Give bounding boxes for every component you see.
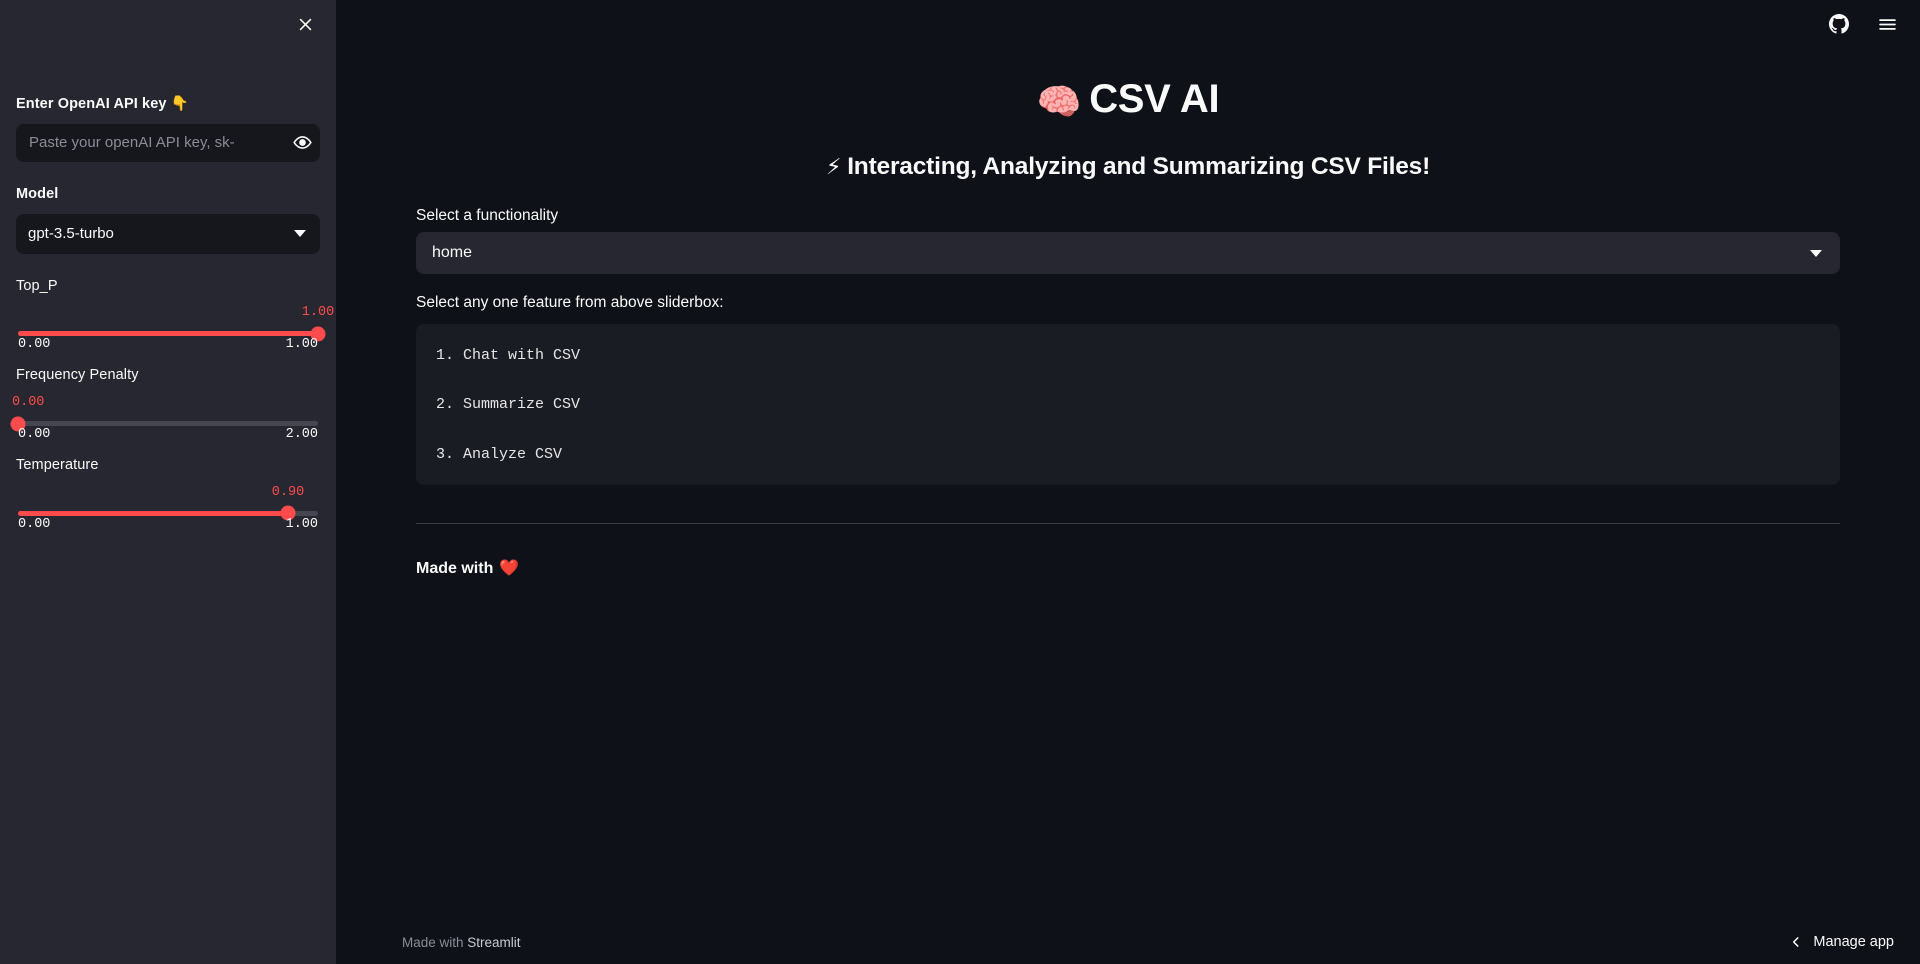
page-title-text: CSV AI	[1089, 77, 1220, 121]
slider-max-label: 1.00	[285, 516, 318, 532]
feature-item: 3. Analyze CSV	[436, 445, 563, 463]
chevron-down-icon	[1810, 249, 1822, 257]
divider	[416, 522, 1840, 524]
api-key-input[interactable]	[17, 124, 285, 161]
api-key-label-text: Enter OpenAI API key	[16, 96, 167, 112]
slider-track[interactable]	[10, 416, 318, 431]
sidebar: Enter OpenAI API key 👇 Model gpt-3.5-tur…	[0, 0, 336, 964]
slider-range-labels: 0.00 2.00	[18, 427, 318, 442]
slider-track[interactable]	[18, 326, 326, 342]
heart-icon: ❤️	[499, 557, 520, 577]
header-toolbar	[1824, 9, 1902, 39]
app-footer: Made with Streamlit Manage app	[336, 920, 1920, 964]
slider-max-label: 1.00	[285, 337, 318, 353]
api-key-input-wrap[interactable]	[16, 123, 320, 162]
github-link-button[interactable]	[1824, 9, 1854, 39]
github-icon	[1829, 14, 1849, 34]
slider-track[interactable]	[18, 505, 318, 521]
lightning-bolt-icon: ⚡	[825, 155, 842, 180]
feature-prompt: Select any one feature from above slider…	[416, 294, 724, 311]
slider-max-label: 2.00	[285, 427, 318, 442]
slider-range-labels: 0.00 1.00	[18, 517, 318, 532]
model-label: Model	[16, 185, 59, 202]
model-select[interactable]: gpt-3.5-turbo	[16, 213, 320, 254]
functionality-select[interactable]: home	[416, 232, 1840, 274]
api-key-label: Enter OpenAI API key 👇	[16, 94, 320, 116]
close-icon	[299, 18, 311, 30]
slider-min-label: 0.00	[18, 427, 51, 442]
streamlit-credit: Made with Streamlit	[402, 935, 521, 950]
slider-label: Frequency Penalty	[16, 367, 139, 384]
page-title: 🧠 CSV AI	[416, 74, 1840, 125]
main-container: 🧠 CSV AI ⚡ Interacting, Analyzing and Summ…	[416, 0, 1840, 578]
functionality-select-value: home	[432, 244, 473, 261]
slider-control[interactable]: 0.00 0.00 2.00	[10, 395, 318, 442]
slider-control[interactable]: 1.00 0.00 1.00	[18, 305, 334, 352]
slider-fill	[18, 331, 318, 337]
sidebar-content: Enter OpenAI API key 👇 Model gpt-3.5-tur…	[10, 0, 334, 532]
page-subtitle: ⚡ Interacting, Analyzing and Summarizing …	[416, 153, 1840, 181]
page-subtitle-text: Interacting, Analyzing and Summarizing C…	[847, 153, 1431, 180]
pointing-down-icon: 👇	[170, 96, 189, 112]
made-with-text: Made with	[416, 559, 494, 577]
slider-current-value: 0.00	[12, 395, 45, 410]
streamlit-credit-prefix: Made with	[402, 934, 468, 950]
slider-temperature: Temperature 0.90 0.00 1.00	[16, 455, 320, 532]
toggle-api-key-visibility-button[interactable]	[285, 125, 319, 161]
slider-current-value: 1.00	[301, 305, 335, 321]
slider-frequency-penalty: Frequency Penalty 0.00 0.00 2.00	[10, 365, 320, 442]
chevron-left-icon	[1793, 937, 1799, 947]
manage-app-label: Manage app	[1813, 934, 1894, 950]
slider-label: Temperature	[16, 457, 99, 473]
functionality-block: Select a functionality home	[416, 207, 1840, 274]
slider-control[interactable]: 0.90 0.00 1.00	[18, 484, 318, 532]
streamlit-app: Enter OpenAI API key 👇 Model gpt-3.5-tur…	[0, 0, 1920, 964]
slider-label: Top_P	[16, 277, 58, 294]
slider-min-label: 0.00	[18, 337, 51, 353]
manage-app-button[interactable]: Manage app	[1781, 928, 1902, 956]
feature-item: 2. Summarize CSV	[436, 396, 581, 414]
slider-min-label: 0.00	[18, 516, 51, 532]
features-code-block: 1. Chat with CSV 2. Summarize CSV 3. Ana…	[416, 324, 1840, 485]
model-select-value: gpt-3.5-turbo	[28, 225, 114, 242]
streamlit-brand-link[interactable]: Streamlit	[467, 935, 520, 950]
main-menu-button[interactable]	[1872, 9, 1902, 39]
hamburger-menu-icon	[1878, 18, 1896, 30]
slider-fill	[18, 510, 288, 516]
slider-range-labels: 0.00 1.00	[18, 337, 318, 352]
slider-top-p: Top_P 1.00 0.00 1.00	[16, 276, 334, 353]
main-content: 🧠 CSV AI ⚡ Interacting, Analyzing and Summ…	[336, 0, 1920, 964]
slider-current-value: 0.90	[271, 484, 305, 500]
sidebar-close-button[interactable]	[290, 9, 320, 39]
feature-item: 1. Chat with CSV	[436, 347, 581, 364]
functionality-label: Select a functionality	[416, 207, 559, 224]
eye-icon	[292, 136, 312, 150]
brain-icon: 🧠	[1036, 82, 1082, 123]
chevron-down-icon	[294, 230, 306, 237]
made-with-credit: Made with ❤️	[416, 558, 1840, 578]
